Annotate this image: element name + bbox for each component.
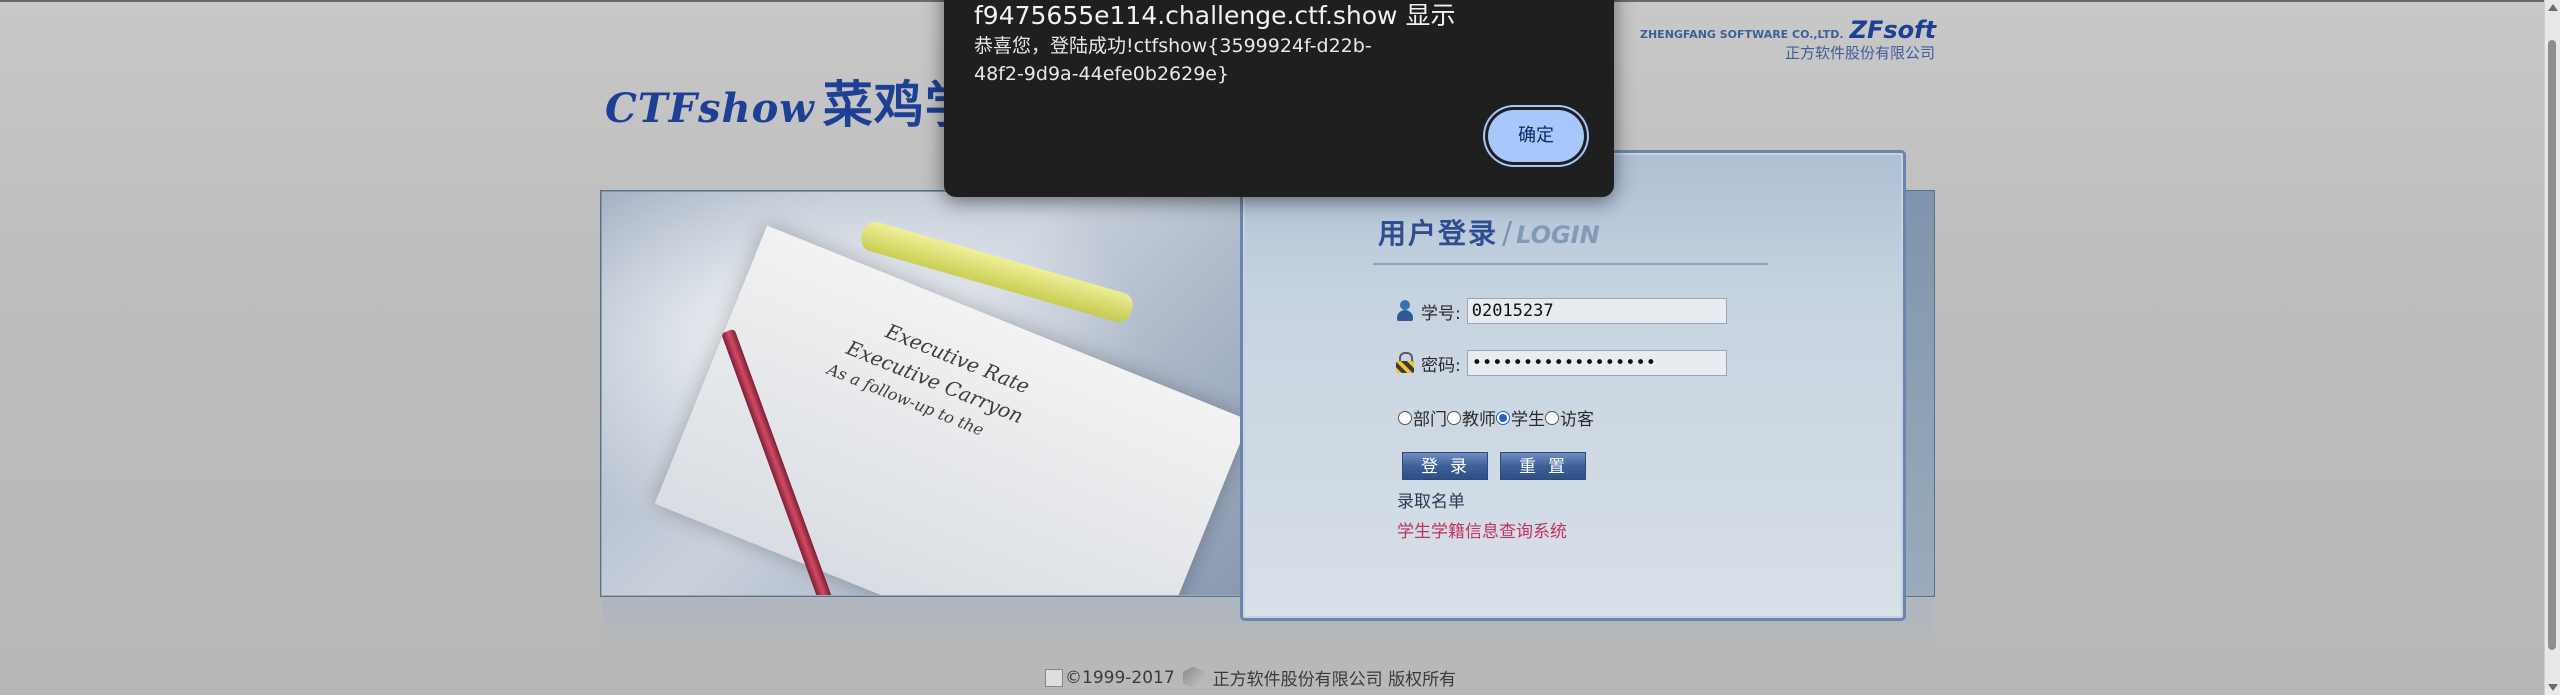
ok-button[interactable]: 确定 — [1488, 110, 1584, 162]
dialog-title: f9475655e114.challenge.ctf.show 显示 — [974, 1, 1456, 30]
alert-dialog: f9475655e114.challenge.ctf.show 显示 恭喜您，登… — [944, 0, 1614, 197]
dialog-message: 恭喜您，登陆成功!ctfshow{3599924f-d22b-48f2-9d9a… — [974, 35, 1372, 85]
